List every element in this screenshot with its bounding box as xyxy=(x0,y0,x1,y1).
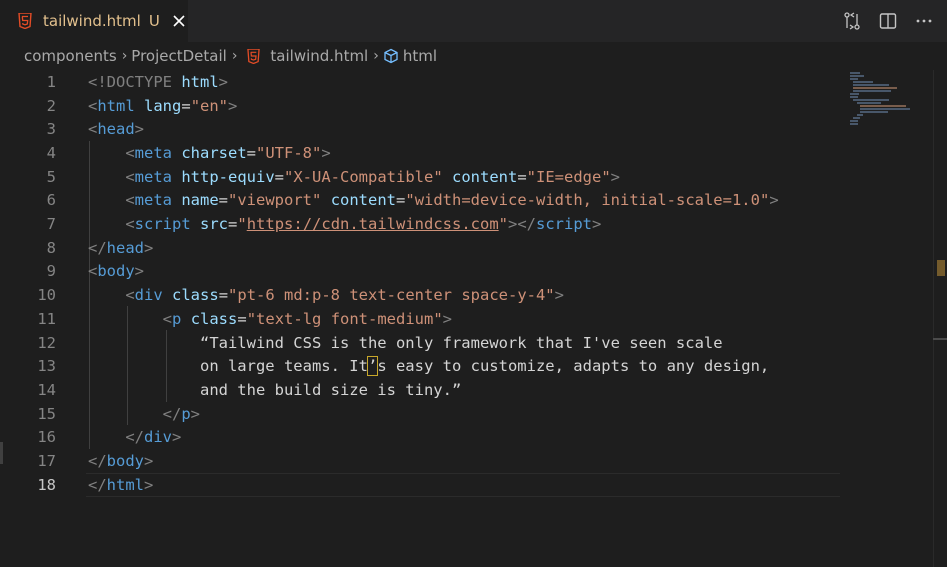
code-line: 10 <div class="pt-6 md:p-8 text-center s… xyxy=(0,283,840,307)
line-number: 11 xyxy=(37,309,56,328)
code-text: <p class="text-lg font-medium"> xyxy=(162,309,453,328)
line-number: 6 xyxy=(46,191,56,210)
bracket-match-highlight: ’ xyxy=(366,356,379,377)
code-line: 3 <head> xyxy=(0,117,840,141)
code-text: on large teams. It’s easy to customize, … xyxy=(199,356,770,377)
code-text: <script src="https://cdn.tailwindcss.com… xyxy=(125,215,602,234)
overview-cursor-line xyxy=(933,338,947,340)
line-number: 8 xyxy=(46,238,56,257)
html5-icon xyxy=(18,13,32,29)
html5-icon xyxy=(247,48,261,64)
line-number: 12 xyxy=(37,333,56,352)
code-line: 17 </body> xyxy=(0,449,840,473)
code-line: 12 “Tailwind CSS is the only framework t… xyxy=(0,331,840,355)
line-number: 3 xyxy=(46,120,56,139)
breadcrumb-projectdetail[interactable]: ProjectDetail xyxy=(131,47,227,65)
minimap-line xyxy=(860,105,906,107)
minimap-line xyxy=(850,78,858,80)
minimap-line xyxy=(850,96,858,98)
minimap-line xyxy=(853,90,891,92)
code-line: 4 <meta charset="UTF-8"> xyxy=(0,141,840,165)
code-line: 14 and the build size is tiny.” xyxy=(0,378,840,402)
line-number: 15 xyxy=(37,404,56,423)
minimap-line xyxy=(853,87,897,89)
breadcrumb-file[interactable]: tailwind.html xyxy=(270,47,368,65)
chevron-right-icon: › xyxy=(121,48,128,64)
code-text: “Tailwind CSS is the only framework that… xyxy=(199,333,723,352)
code-line: 1 <!DOCTYPE html> xyxy=(0,70,840,94)
minimap-line xyxy=(850,75,864,77)
code-line: 8 </head> xyxy=(0,236,840,260)
line-number: 14 xyxy=(37,380,56,399)
minimap-line xyxy=(850,93,859,95)
line-number: 2 xyxy=(46,96,56,115)
code-text: </head> xyxy=(88,238,154,257)
split-editor-icon[interactable] xyxy=(877,10,899,32)
minimap[interactable] xyxy=(845,70,937,567)
code-text: </html> xyxy=(88,475,154,494)
tab-bar: tailwind.html U xyxy=(0,0,947,42)
code-line: 16 </div> xyxy=(0,426,840,450)
close-icon[interactable] xyxy=(171,13,187,29)
minimap-line xyxy=(853,81,873,83)
code-line: 9 <body> xyxy=(0,260,840,284)
line-number: 5 xyxy=(46,167,56,186)
compare-changes-icon[interactable] xyxy=(841,10,863,32)
code-line: 2 <html lang="en"> xyxy=(0,94,840,118)
line-number: 16 xyxy=(37,428,56,447)
line-number: 10 xyxy=(37,286,56,305)
code-text: <!DOCTYPE html> xyxy=(88,72,229,91)
breadcrumb-symbol[interactable]: html xyxy=(403,47,437,65)
code-line: 13 on large teams. It’s easy to customiz… xyxy=(0,354,840,378)
chevron-right-icon: › xyxy=(231,48,238,64)
minimap-line xyxy=(850,72,860,74)
code-text: <head> xyxy=(88,120,145,139)
minimap-line xyxy=(853,99,889,101)
line-number: 9 xyxy=(46,262,56,281)
code-text: and the build size is tiny.” xyxy=(199,380,462,399)
line-number: 7 xyxy=(46,215,56,234)
code-text: </p> xyxy=(162,404,201,423)
breadcrumb: components › ProjectDetail › tailwind.ht… xyxy=(0,42,947,70)
minimap-line xyxy=(857,114,863,116)
code-text: <html lang="en"> xyxy=(88,96,238,115)
line-number: 1 xyxy=(46,72,56,91)
untracked-badge: U xyxy=(148,12,160,30)
code-line: 6 <meta name="viewport" content="width=d… xyxy=(0,189,840,213)
code-text: <meta name="viewport" content="width=dev… xyxy=(125,191,779,210)
line-number: 17 xyxy=(37,452,56,471)
tab-label: tailwind.html xyxy=(43,12,141,30)
editor-actions xyxy=(841,0,935,42)
more-actions-icon[interactable] xyxy=(913,10,935,32)
line-number: 18 xyxy=(37,475,56,494)
code-line: 5 <meta http-equiv="X-UA-Compatible" con… xyxy=(0,165,840,189)
minimap-line xyxy=(860,111,888,113)
code-text: </body> xyxy=(88,452,154,471)
code-text: <body> xyxy=(88,262,145,281)
code-line: 11 <p class="text-lg font-medium"> xyxy=(0,307,840,331)
chevron-right-icon: › xyxy=(373,48,379,64)
overview-ruler[interactable] xyxy=(933,70,947,567)
code-editor[interactable]: 1 <!DOCTYPE html> 2 <html lang="en"> 3 <… xyxy=(0,70,947,567)
minimap-line xyxy=(857,102,881,104)
breadcrumb-components[interactable]: components xyxy=(24,47,117,65)
tab-tailwind-html[interactable]: tailwind.html U xyxy=(0,0,188,42)
overview-marker xyxy=(937,260,945,276)
code-line: 7 <script src="https://cdn.tailwindcss.c… xyxy=(0,212,840,236)
code-text: <meta charset="UTF-8"> xyxy=(125,143,331,162)
minimap-line xyxy=(850,120,858,122)
minimap-line xyxy=(850,123,858,125)
code-text: <meta http-equiv="X-UA-Compatible" conte… xyxy=(125,167,621,186)
line-number: 13 xyxy=(37,357,56,376)
minimap-line xyxy=(860,108,910,110)
line-number: 4 xyxy=(46,143,56,162)
minimap-line xyxy=(853,117,860,119)
code-line: 15 </p> xyxy=(0,402,840,426)
code-text: </div> xyxy=(125,428,182,447)
src-link[interactable]: https://cdn.tailwindcss.com xyxy=(247,215,499,233)
code-line-active: 18 </html> xyxy=(0,473,840,497)
code-text: <div class="pt-6 md:p-8 text-center spac… xyxy=(125,286,564,305)
symbol-element-icon xyxy=(384,48,398,64)
minimap-line xyxy=(853,84,889,86)
